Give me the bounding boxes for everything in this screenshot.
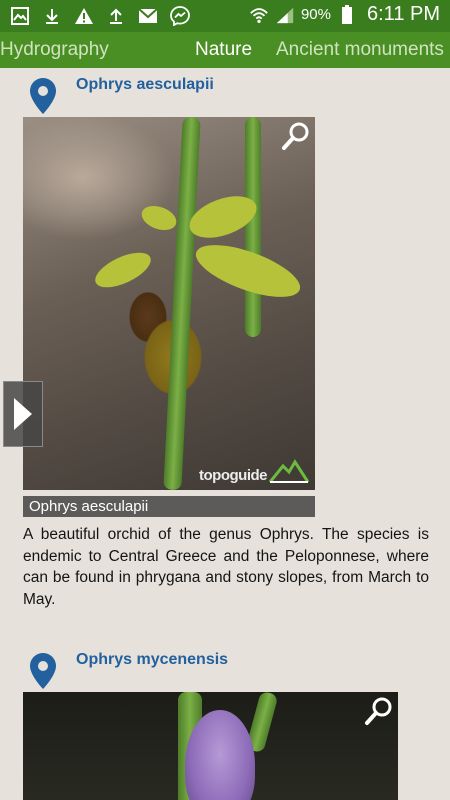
category-tab-bar: Hydrography Nature Ancient monuments (0, 32, 450, 68)
photo-stem (245, 117, 261, 337)
warning-icon (74, 6, 94, 26)
location-pin-icon (30, 78, 56, 114)
image-icon (10, 6, 30, 26)
tab-ancient-monuments[interactable]: Ancient monuments (276, 39, 444, 61)
battery-icon (337, 4, 357, 25)
poi-photo[interactable]: topoguide (23, 117, 315, 490)
poi-title[interactable]: Ophrys aesculapii (76, 76, 214, 94)
poi-description: A beautiful orchid of the genus Ophrys. … (23, 526, 429, 608)
poi-title[interactable]: Ophrys mycenensis (76, 651, 228, 669)
mail-icon (138, 6, 158, 26)
battery-percent: 90% (300, 6, 331, 23)
next-photo-button[interactable] (3, 381, 43, 447)
mountain-logo-icon (269, 459, 309, 483)
signal-icon (275, 5, 295, 25)
chevron-right-icon (14, 398, 32, 430)
tab-hydrography[interactable]: Hydrography (0, 39, 109, 61)
location-pin-icon (30, 653, 56, 689)
poi-photo[interactable] (23, 692, 398, 800)
topoguide-logo: topoguide (199, 458, 309, 484)
zoom-icon[interactable] (281, 121, 311, 151)
photo-petal (90, 245, 156, 295)
zoom-icon[interactable] (364, 696, 394, 726)
messenger-icon (170, 6, 190, 26)
status-bar: 90% 6:11 PM (0, 0, 450, 32)
photo-stem (163, 117, 201, 490)
topoguide-watermark-text: topoguide (199, 467, 267, 484)
photo-petal (138, 201, 180, 235)
download-icon (42, 6, 62, 26)
poi-list: Ophrys aesculapii topoguide Ophrys aescu… (0, 68, 450, 800)
tab-nature[interactable]: Nature (195, 39, 252, 61)
photo-caption: Ophrys aesculapii (23, 496, 315, 517)
clock: 6:11 PM (367, 3, 440, 25)
upload-icon (106, 6, 126, 26)
photo-petal (185, 710, 255, 800)
wifi-icon (249, 5, 269, 25)
